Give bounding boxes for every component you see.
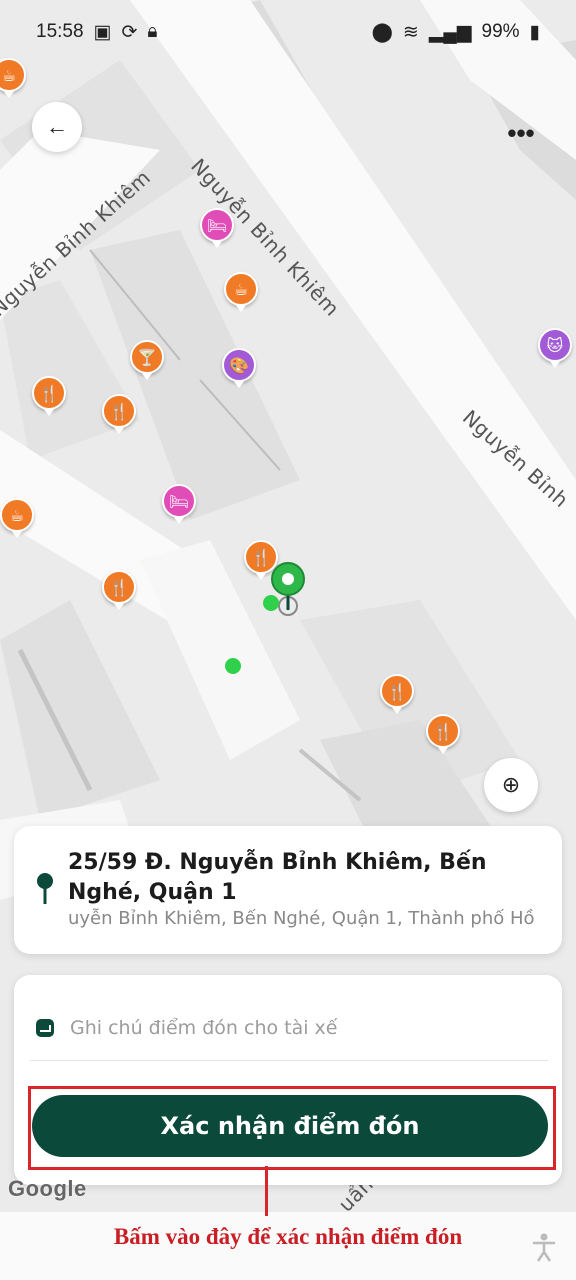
wifi-icon: ≋ (402, 21, 419, 43)
sync-icon: ⟳ (121, 21, 138, 43)
driver-dot-icon (225, 658, 241, 674)
more-dots-icon: ••• (507, 117, 535, 148)
pet-poi-icon[interactable]: 🐱 (538, 328, 572, 362)
signal-icon: ▂▄▆ (428, 21, 472, 43)
address-title: 25/59 Đ. Nguyễn Bỉnh Khiêm, Bến Nghé, Qu… (68, 850, 487, 905)
callout-text: Bấm vào đây để xác nhận điểm đón (113, 1224, 463, 1249)
recenter-button[interactable]: ⊕ (484, 758, 538, 812)
bar-poi-icon[interactable]: 🍸 (130, 340, 164, 374)
driver-dot-icon (263, 595, 279, 611)
status-bar: 15:58 ▣ ⟳ 🔒︎ ⬤ ≋ ▂▄▆ 99% ▮ (0, 0, 576, 64)
hotel-poi-icon[interactable]: 🛏 (162, 484, 196, 518)
back-button[interactable]: ← (32, 102, 82, 152)
battery-icon: ▮ (529, 21, 540, 43)
note-placeholder: Ghi chú điểm đón cho tài xế (70, 1016, 338, 1039)
arrow-left-icon: ← (46, 114, 68, 139)
restaurant-poi-icon[interactable]: 🍴 (102, 570, 136, 604)
highlight-box (28, 1086, 556, 1170)
driver-note-field[interactable]: Ghi chú điểm đón cho tài xế (30, 995, 548, 1061)
restaurant-poi-icon[interactable]: 🍴 (380, 674, 414, 708)
crosshair-icon: ⊕ (501, 772, 521, 797)
battery-text: 99% (481, 21, 520, 42)
callout-line (265, 1166, 268, 1216)
address-subtitle: uyễn Bỉnh Khiêm, Bến Nghé, Quận 1, Thành… (68, 908, 535, 929)
google-logo: Google (8, 1176, 87, 1201)
status-time: 15:58 (36, 21, 84, 42)
map-pin-icon (37, 873, 53, 904)
restaurant-poi-icon[interactable]: 🍴 (102, 394, 136, 428)
location-icon: ⬤ (371, 21, 393, 43)
gallery-icon: ▣ (93, 21, 112, 43)
pickup-pin-icon[interactable] (268, 562, 308, 622)
note-icon (36, 1018, 54, 1037)
cafe-poi-icon[interactable]: ☕ (224, 272, 258, 306)
lock-icon: 🔒︎ (147, 21, 158, 42)
restaurant-poi-icon[interactable]: 🍴 (426, 714, 460, 748)
restaurant-poi-icon[interactable]: 🍴 (32, 376, 66, 410)
cafe-poi-icon[interactable]: ☕ (0, 498, 34, 532)
more-options-button[interactable]: ••• (496, 108, 546, 158)
hotel-poi-icon[interactable]: 🛏 (200, 208, 234, 242)
art-poi-icon[interactable]: 🎨 (222, 348, 256, 382)
address-card[interactable]: 25/59 Đ. Nguyễn Bỉnh Khiêm, Bến Nghé, Qu… (14, 826, 562, 954)
